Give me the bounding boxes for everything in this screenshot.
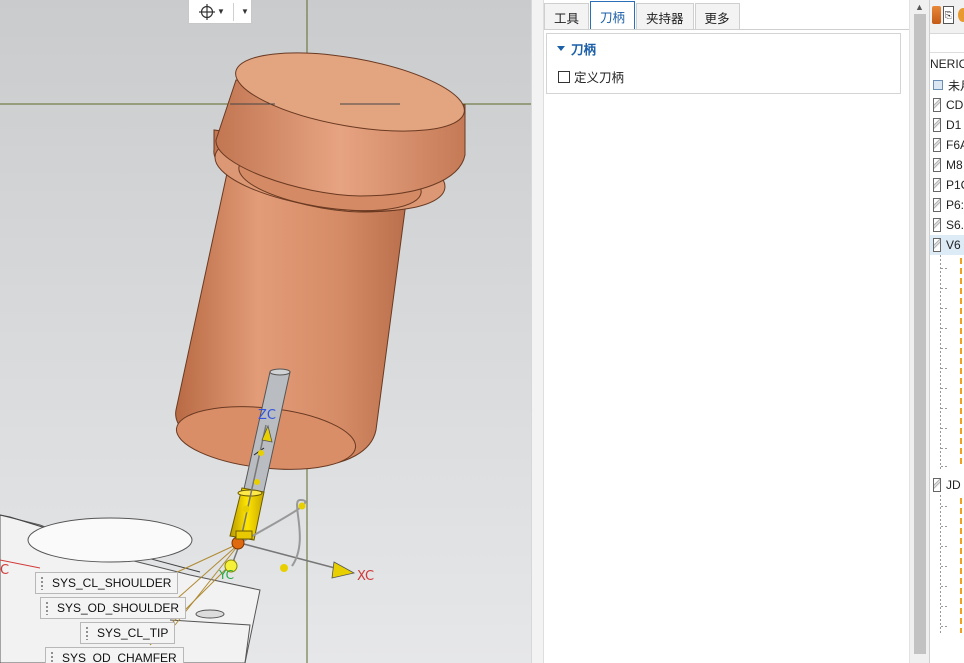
folder-icon (933, 80, 943, 90)
drill-tool-icon (933, 238, 941, 252)
nav-item-label: D1 (946, 118, 962, 132)
tree-stub (941, 448, 947, 449)
toolbar-divider (233, 3, 234, 21)
axis-label-xc: XC (357, 569, 375, 584)
machine-tool-icon[interactable] (932, 6, 941, 24)
tree-stub (941, 466, 947, 467)
nav-item-label: P1C (946, 178, 964, 192)
geometry-label-od-chamfer[interactable]: SYS_OD_CHAMFER (45, 647, 184, 663)
drill-tool-icon (933, 218, 941, 232)
tool-dialog-panel: 工具 刀柄 夹持器 更多 刀柄 定义刀柄 ▲ (531, 0, 930, 663)
drill-tool-icon (933, 178, 941, 192)
nav-item-tool[interactable]: S6. (930, 215, 964, 235)
crosshair-target-icon[interactable] (199, 3, 215, 20)
navigator-divider (930, 52, 964, 53)
tab-tool[interactable]: 工具 (544, 3, 590, 30)
nav-item-tool[interactable]: CD (930, 95, 964, 115)
geometry-label-od-shoulder[interactable]: SYS_OD_SHOULDER (40, 597, 187, 619)
tree-stub (941, 268, 947, 269)
nav-item-tool[interactable]: P1C (930, 175, 964, 195)
drill-tool-icon (933, 198, 941, 212)
geometry-label-cl-tip[interactable]: SYS_CL_TIP (80, 622, 176, 644)
tab-more[interactable]: 更多 (694, 3, 740, 30)
3d-scene[interactable] (0, 0, 531, 663)
drill-tool-icon (933, 158, 941, 172)
holder-group-header[interactable]: 刀柄 (557, 39, 596, 58)
scrollbar-thumb[interactable] (914, 14, 926, 654)
holder-group: 刀柄 定义刀柄 (546, 33, 901, 94)
nav-item-label: P6: (946, 198, 964, 212)
machine-tool-navigator: ⎘ NERIC 未月 CD D1 F6A M8 P1C P6: S6. V6 (929, 0, 964, 663)
tab-clamp[interactable]: 夹持器 (636, 3, 694, 30)
viewport-snap-toolbar[interactable]: ▼ ▼ (188, 0, 252, 24)
drill-tool-icon (933, 98, 941, 112)
tree-stub (941, 546, 947, 547)
status-indicator-dashes (960, 498, 962, 633)
tree-stub (941, 506, 947, 507)
tab-holder[interactable]: 刀柄 (590, 1, 636, 30)
nav-item-tool[interactable]: F6A (930, 135, 964, 155)
tree-stub (941, 586, 947, 587)
nav-item-tool[interactable]: M8 (930, 155, 964, 175)
define-holder-checkbox[interactable] (558, 70, 570, 83)
nav-item-label: M8 (946, 158, 963, 172)
tree-stub (941, 428, 947, 429)
tree-stub (941, 408, 947, 409)
nav-item-tool[interactable]: D1 (930, 115, 964, 135)
define-holder-label[interactable]: 定义刀柄 (574, 67, 624, 86)
nav-item-label: 未月 (948, 78, 964, 93)
scroll-up-icon[interactable]: ▲ (915, 2, 924, 12)
tree-stub (941, 526, 947, 527)
navigator-column-header: NERIC (930, 57, 964, 71)
tree-stub (941, 348, 947, 349)
tree-stub (941, 626, 947, 627)
tree-stub (941, 566, 947, 567)
nav-item-tool[interactable]: JD (930, 475, 964, 495)
nav-item-label: JD (946, 478, 961, 492)
panel-scrollbar[interactable]: ▲ (909, 0, 930, 663)
drill-tool-icon (933, 478, 941, 492)
drill-tool-icon (933, 138, 941, 152)
nav-item-label: S6. (946, 218, 964, 232)
nav-item-label: CD (946, 98, 964, 112)
axis-label-yc: YC (219, 568, 235, 582)
nav-item-tool-selected[interactable]: V6 (930, 235, 964, 255)
tree-stub (941, 288, 947, 289)
drill-tool-icon (933, 118, 941, 132)
axis-label-zc: ZC (258, 408, 276, 423)
document-icon[interactable]: ⎘ (943, 6, 954, 24)
navigator-toolbar: ⎘ (930, 0, 964, 34)
graphics-viewport[interactable]: ▼ ▼ ZC XC YC C SYS_CL_SHOULDER SYS_OD_SH… (0, 0, 531, 663)
holder-group-title: 刀柄 (571, 43, 597, 57)
status-indicator-dashes (960, 258, 962, 468)
tree-stub (941, 368, 947, 369)
tree-stub (941, 388, 947, 389)
geometry-label-cl-shoulder[interactable]: SYS_CL_SHOULDER (35, 572, 179, 594)
axis-label-c: C (0, 563, 10, 578)
define-holder-row[interactable]: 定义刀柄 (558, 67, 624, 86)
tab-underline (544, 29, 909, 30)
nav-item-unused[interactable]: 未月 (930, 75, 964, 95)
chevron-down-icon[interactable]: ▼ (241, 7, 249, 16)
status-icon[interactable] (958, 8, 964, 22)
caret-down-icon[interactable] (557, 46, 565, 51)
tree-stub (941, 328, 947, 329)
chevron-down-icon[interactable]: ▼ (217, 7, 225, 16)
tree-stub (941, 606, 947, 607)
tree-connector (940, 495, 941, 635)
nav-item-label: V6 (946, 238, 961, 252)
nav-item-tool[interactable]: P6: (930, 195, 964, 215)
dialog-tabs: 工具 刀柄 夹持器 更多 (544, 0, 741, 30)
nav-item-label: F6A (946, 138, 964, 152)
panel-edge-strip (532, 0, 544, 663)
tree-stub (941, 308, 947, 309)
